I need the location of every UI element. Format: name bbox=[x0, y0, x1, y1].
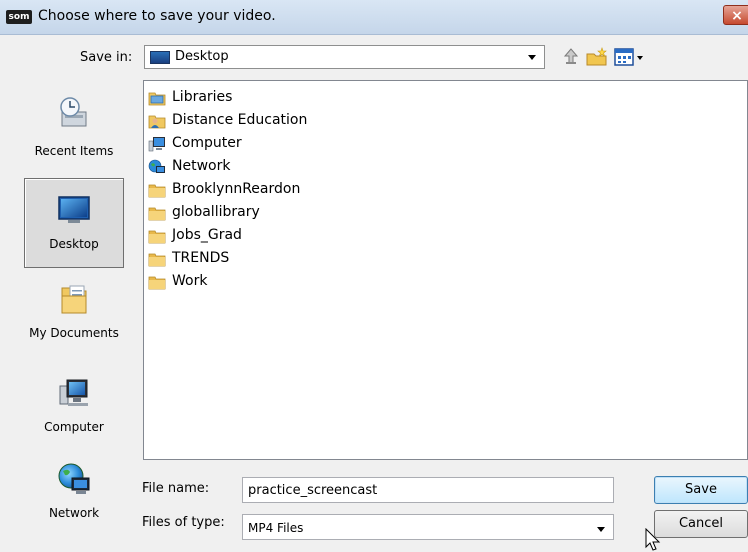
window-title: Choose where to save your video. bbox=[38, 8, 276, 24]
cancel-button[interactable]: Cancel bbox=[654, 510, 748, 538]
file-list[interactable]: Libraries Distance Education Computer Ne… bbox=[143, 80, 748, 460]
file-name: globallibrary bbox=[172, 204, 260, 220]
computer-icon bbox=[148, 137, 165, 152]
close-button[interactable]: × bbox=[723, 5, 748, 25]
file-name: Computer bbox=[172, 135, 242, 151]
file-name: Work bbox=[172, 273, 208, 289]
places-bar: Recent Items Desktop My Documents Comput… bbox=[18, 80, 130, 540]
place-recent-items[interactable]: Recent Items bbox=[24, 82, 124, 172]
place-label: Recent Items bbox=[34, 144, 114, 158]
mouse-pointer-icon bbox=[645, 528, 661, 551]
view-menu-icon[interactable] bbox=[613, 46, 649, 68]
folder-icon bbox=[148, 276, 166, 290]
save-in-value: Desktop bbox=[175, 49, 229, 64]
save-in-dropdown[interactable]: Desktop bbox=[144, 45, 545, 69]
file-type-label: Files of type: bbox=[142, 515, 225, 530]
recent-items-icon bbox=[60, 97, 87, 127]
new-folder-icon[interactable] bbox=[585, 46, 609, 68]
file-name: Network bbox=[172, 158, 231, 174]
place-network[interactable]: Network bbox=[24, 456, 124, 546]
network-icon bbox=[58, 463, 90, 494]
desktop-icon bbox=[150, 51, 170, 64]
app-logo: som bbox=[6, 10, 32, 24]
chevron-down-icon bbox=[528, 55, 536, 60]
place-label: Network bbox=[48, 506, 100, 520]
save-button[interactable]: Save bbox=[654, 476, 748, 504]
title-bar: som Choose where to save your video. × bbox=[0, 0, 748, 35]
place-label: My Documents bbox=[29, 326, 119, 340]
file-name-label: File name: bbox=[142, 481, 210, 496]
place-my-documents[interactable]: My Documents bbox=[24, 272, 124, 362]
file-type-value: MP4 Files bbox=[248, 521, 304, 535]
save-in-label: Save in: bbox=[80, 50, 133, 65]
folder-icon bbox=[148, 230, 166, 244]
computer-icon bbox=[59, 379, 88, 406]
file-name: TRENDS bbox=[172, 250, 230, 266]
place-label: Desktop bbox=[49, 237, 99, 251]
up-folder-icon[interactable] bbox=[560, 46, 582, 68]
place-label: Computer bbox=[44, 420, 104, 434]
file-type-select[interactable]: MP4 Files bbox=[242, 514, 614, 540]
file-name: Distance Education bbox=[172, 112, 308, 128]
documents-icon bbox=[61, 285, 87, 314]
network-icon bbox=[148, 159, 165, 173]
libraries-icon bbox=[148, 92, 166, 106]
place-desktop[interactable]: Desktop bbox=[24, 178, 124, 268]
folder-icon bbox=[148, 253, 166, 267]
folder-icon bbox=[148, 207, 166, 221]
file-name: BrooklynnReardon bbox=[172, 181, 301, 197]
user-folder-icon bbox=[148, 115, 166, 129]
chevron-down-icon bbox=[597, 527, 605, 532]
file-name: Libraries bbox=[172, 89, 233, 105]
file-name: Jobs_Grad bbox=[172, 227, 242, 243]
file-name-input[interactable] bbox=[242, 477, 614, 503]
folder-icon bbox=[148, 184, 166, 198]
place-computer[interactable]: Computer bbox=[24, 366, 124, 456]
desktop-icon bbox=[58, 196, 90, 223]
